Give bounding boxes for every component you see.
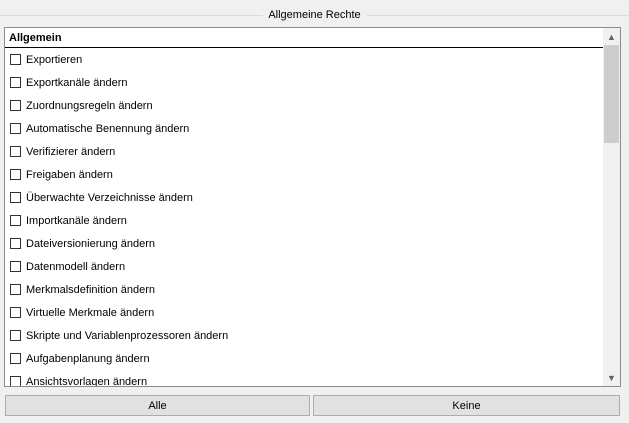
list-item[interactable]: Merkmalsdefinition ändern bbox=[5, 278, 603, 301]
list-item[interactable]: Virtuelle Merkmale ändern bbox=[5, 301, 603, 324]
permissions-list: Allgemein Exportieren Exportkanäle änder… bbox=[4, 27, 621, 387]
list-item[interactable]: Datenmodell ändern bbox=[5, 255, 603, 278]
scroll-down-icon[interactable]: ▼ bbox=[603, 369, 620, 386]
list-item[interactable]: Aufgabenplanung ändern bbox=[5, 347, 603, 370]
list-item[interactable]: Freigaben ändern bbox=[5, 163, 603, 186]
item-label: Ansichtsvorlagen ändern bbox=[26, 375, 148, 387]
item-label: Datenmodell ändern bbox=[26, 260, 126, 273]
item-label: Freigaben ändern bbox=[26, 168, 113, 181]
scrollbar-thumb[interactable] bbox=[604, 45, 619, 143]
item-label: Merkmalsdefinition ändern bbox=[26, 283, 156, 296]
item-label: Virtuelle Merkmale ändern bbox=[26, 306, 155, 319]
checkbox[interactable] bbox=[10, 307, 21, 318]
checkbox[interactable] bbox=[10, 376, 21, 386]
checkbox[interactable] bbox=[10, 284, 21, 295]
item-label: Aufgabenplanung ändern bbox=[26, 352, 150, 365]
checkbox[interactable] bbox=[10, 192, 21, 203]
vertical-scrollbar[interactable]: ▲ ▼ bbox=[603, 28, 620, 386]
list-item[interactable]: Verifizierer ändern bbox=[5, 140, 603, 163]
section-header: Allgemein bbox=[5, 28, 603, 48]
permissions-list-content: Allgemein Exportieren Exportkanäle änder… bbox=[5, 28, 603, 386]
item-label: Zuordnungsregeln ändern bbox=[26, 99, 153, 112]
item-label: Skripte und Variablenprozessoren ändern bbox=[26, 329, 229, 342]
checkbox[interactable] bbox=[10, 77, 21, 88]
list-item[interactable]: Ansichtsvorlagen ändern bbox=[5, 370, 603, 386]
select-none-button[interactable]: Keine bbox=[313, 395, 620, 416]
list-item[interactable]: Automatische Benennung ändern bbox=[5, 117, 603, 140]
list-item[interactable]: Zuordnungsregeln ändern bbox=[5, 94, 603, 117]
list-item[interactable]: Exportkanäle ändern bbox=[5, 71, 603, 94]
item-label: Exportieren bbox=[26, 53, 83, 66]
item-label: Verifizierer ändern bbox=[26, 145, 116, 158]
checkbox[interactable] bbox=[10, 146, 21, 157]
checkbox[interactable] bbox=[10, 123, 21, 134]
item-label: Importkanäle ändern bbox=[26, 214, 127, 227]
list-item[interactable]: Exportieren bbox=[5, 48, 603, 71]
checkbox[interactable] bbox=[10, 261, 21, 272]
list-item[interactable]: Dateiversionierung ändern bbox=[5, 232, 603, 255]
checkbox[interactable] bbox=[10, 330, 21, 341]
select-all-button[interactable]: Alle bbox=[5, 395, 310, 416]
scroll-up-icon[interactable]: ▲ bbox=[603, 28, 620, 45]
item-label: Automatische Benennung ändern bbox=[26, 122, 190, 135]
item-label: Exportkanäle ändern bbox=[26, 76, 128, 89]
list-item[interactable]: Überwachte Verzeichnisse ändern bbox=[5, 186, 603, 209]
item-label: Überwachte Verzeichnisse ändern bbox=[26, 191, 193, 204]
checkbox[interactable] bbox=[10, 215, 21, 226]
list-item[interactable]: Skripte und Variablenprozessoren ändern bbox=[5, 324, 603, 347]
checkbox[interactable] bbox=[10, 238, 21, 249]
item-label: Dateiversionierung ändern bbox=[26, 237, 156, 250]
group-title: Allgemeine Rechte bbox=[262, 8, 367, 23]
list-item[interactable]: Importkanäle ändern bbox=[5, 209, 603, 232]
checkbox[interactable] bbox=[10, 353, 21, 364]
checkbox[interactable] bbox=[10, 100, 21, 111]
checkbox[interactable] bbox=[10, 54, 21, 65]
checkbox[interactable] bbox=[10, 169, 21, 180]
